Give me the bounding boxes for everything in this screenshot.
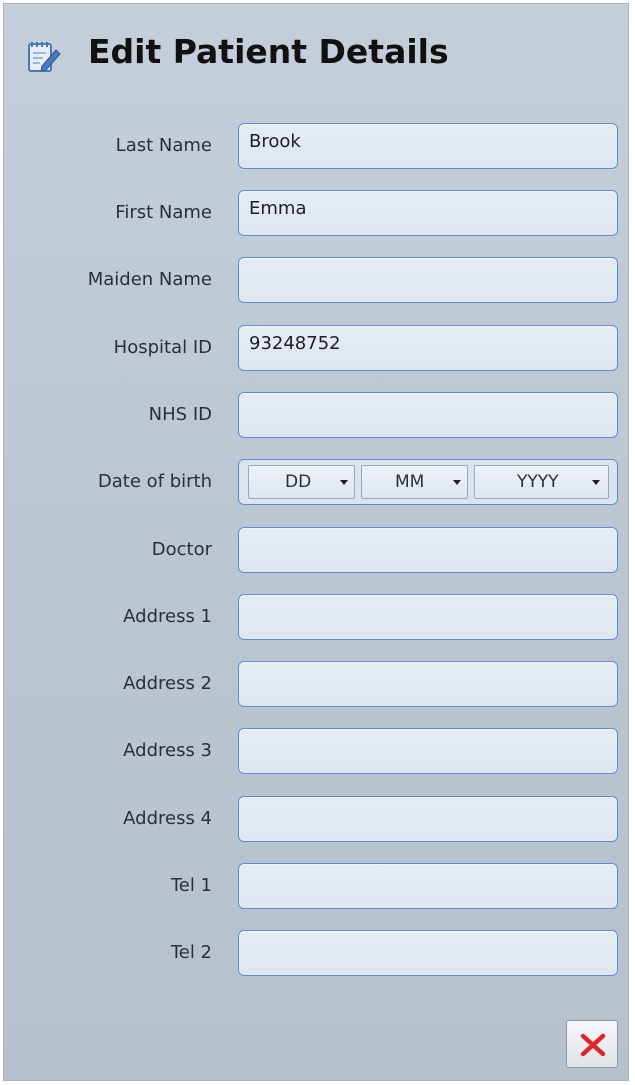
- row-address-4: Address 4: [0, 796, 630, 844]
- address-1-label: Address 1: [123, 606, 212, 627]
- nhs-id-input[interactable]: [238, 392, 618, 438]
- row-address-2: Address 2: [0, 661, 630, 709]
- tel-2-input[interactable]: [238, 930, 618, 976]
- row-maiden-name: Maiden Name: [0, 257, 630, 305]
- row-nhs-id: NHS ID: [0, 392, 630, 440]
- doctor-input[interactable]: [238, 527, 618, 573]
- dob-selector-group: DD MM YYYY: [238, 459, 618, 505]
- hospital-id-label: Hospital ID: [113, 337, 212, 358]
- dob-day-value: DD: [285, 472, 312, 492]
- first-name-label: First Name: [115, 202, 212, 223]
- row-address-1: Address 1: [0, 594, 630, 642]
- row-tel-1: Tel 1: [0, 863, 630, 911]
- address-2-input[interactable]: [238, 661, 618, 707]
- chevron-down-icon: [592, 480, 600, 485]
- doctor-label: Doctor: [151, 539, 212, 560]
- row-doctor: Doctor: [0, 527, 630, 575]
- address-2-label: Address 2: [123, 673, 212, 694]
- close-button[interactable]: [566, 1020, 618, 1068]
- dob-label: Date of birth: [97, 471, 212, 492]
- tel-1-input[interactable]: [238, 863, 618, 909]
- dob-day-select[interactable]: DD: [248, 465, 355, 499]
- chevron-down-icon: [453, 480, 461, 485]
- row-tel-2: Tel 2: [0, 930, 630, 978]
- last-name-input[interactable]: Brook: [238, 123, 618, 169]
- address-4-input[interactable]: [238, 796, 618, 842]
- maiden-name-label: Maiden Name: [87, 269, 212, 290]
- row-last-name: Last Name Brook: [0, 123, 630, 171]
- first-name-input[interactable]: Emma: [238, 190, 618, 236]
- close-x-icon: [580, 1033, 606, 1057]
- row-first-name: First Name Emma: [0, 190, 630, 238]
- last-name-label: Last Name: [115, 135, 212, 156]
- address-3-input[interactable]: [238, 728, 618, 774]
- nhs-id-label: NHS ID: [148, 404, 212, 425]
- address-3-label: Address 3: [123, 740, 212, 761]
- address-1-input[interactable]: [238, 594, 618, 640]
- hospital-id-input[interactable]: 93248752: [238, 325, 618, 371]
- row-address-3: Address 3: [0, 728, 630, 776]
- page-title: Edit Patient Details: [88, 32, 449, 71]
- dob-year-value: YYYY: [517, 472, 559, 492]
- tel-2-label: Tel 2: [170, 942, 212, 963]
- edit-notepad-icon: [26, 39, 62, 75]
- tel-1-label: Tel 1: [170, 875, 212, 896]
- chevron-down-icon: [340, 480, 348, 485]
- dob-month-select[interactable]: MM: [361, 465, 468, 499]
- row-hospital-id: Hospital ID 93248752: [0, 325, 630, 373]
- dob-year-select[interactable]: YYYY: [474, 465, 609, 499]
- row-date-of-birth: Date of birth DD MM YYYY: [0, 459, 630, 507]
- dob-month-value: MM: [395, 472, 425, 492]
- address-4-label: Address 4: [123, 808, 212, 829]
- maiden-name-input[interactable]: [238, 257, 618, 303]
